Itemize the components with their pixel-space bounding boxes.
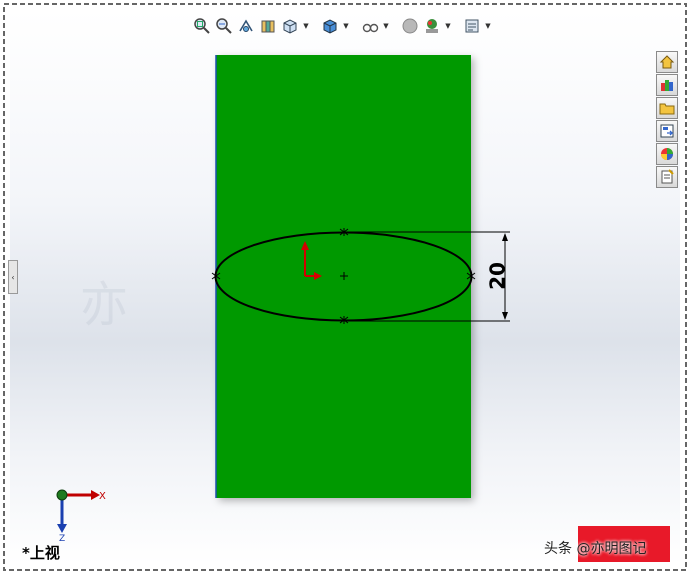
triad-x-label: X [99,491,106,502]
sketch-canvas: 20 X Z [56,55,510,544]
dimension-value[interactable]: 20 [486,262,510,290]
dimension-arrow-bottom [502,312,508,320]
triad-z-label: Z [59,534,65,544]
view-orientation-label: *上视 [22,544,60,562]
dimension-arrow-top [502,233,508,241]
watermark-logo-text: 头条 @亦明图记 [544,541,647,557]
view-triad-icon[interactable] [56,489,100,533]
